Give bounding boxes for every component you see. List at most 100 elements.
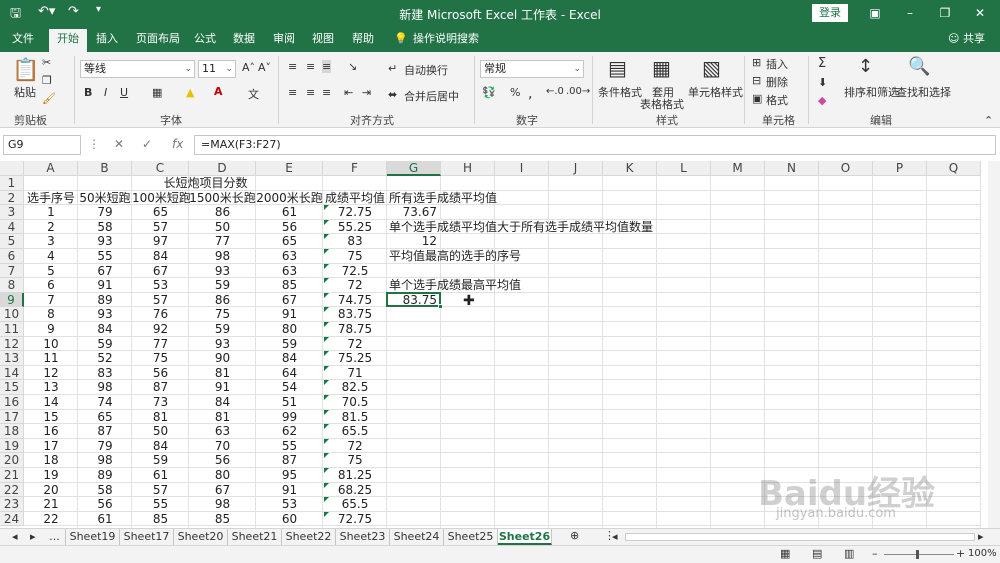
cell-styles-icon[interactable]: ▧ [702, 56, 721, 80]
table-cell[interactable]: 75.25 [323, 351, 387, 365]
row-header-5[interactable]: 5 [0, 234, 24, 249]
table-cell[interactable]: 58 [78, 220, 132, 234]
ribbon-display-icon[interactable]: ▣ [865, 3, 885, 23]
table-cell[interactable]: 51 [256, 395, 323, 409]
collapse-ribbon-icon[interactable]: ⌃ [984, 114, 993, 127]
table-cell[interactable]: 60 [256, 512, 323, 526]
column-header-g[interactable]: G [387, 161, 441, 176]
table-cell[interactable]: 11 [24, 351, 78, 365]
tab-home[interactable]: 开始 [49, 29, 87, 52]
table-cell[interactable]: 77 [132, 337, 189, 351]
table-cell[interactable]: 70.5 [323, 395, 387, 409]
format-table-label-2[interactable]: 表格格式 [640, 96, 684, 112]
row-header-15[interactable]: 15 [0, 380, 24, 395]
comma-icon[interactable]: , [528, 86, 532, 102]
italic-button[interactable]: I [104, 86, 107, 99]
active-cell-selection[interactable] [386, 291, 441, 308]
hscroll-left-icon[interactable]: ◂ [612, 530, 618, 543]
table-cell[interactable]: 61 [256, 205, 323, 219]
table-cell[interactable]: 17 [24, 439, 78, 453]
row-header-20[interactable]: 20 [0, 453, 24, 468]
paste-icon[interactable]: 📋 [12, 58, 39, 83]
table-cell[interactable]: 76 [132, 307, 189, 321]
table-cell[interactable]: 84 [132, 439, 189, 453]
table-cell[interactable]: 77 [189, 234, 256, 248]
sheet-tab-sheet24[interactable]: Sheet24 [390, 529, 444, 545]
table-cell[interactable]: 75 [189, 307, 256, 321]
zoom-in-icon[interactable]: + [956, 547, 965, 560]
table-cell[interactable]: 53 [256, 497, 323, 511]
format-painter-icon[interactable]: 🖌 [42, 92, 56, 105]
table-cell[interactable]: 56 [189, 453, 256, 467]
phonetic-icon[interactable]: 文 [248, 86, 259, 102]
increase-indent-icon[interactable]: ⇥ [362, 86, 371, 99]
sort-filter-button[interactable]: 排序和筛选 [844, 84, 899, 100]
normal-view-icon[interactable]: ▦ [780, 547, 790, 560]
table-cell[interactable]: 16 [24, 424, 78, 438]
page-break-view-icon[interactable]: ▥ [844, 547, 854, 560]
minimize-icon[interactable]: – [900, 3, 920, 23]
tell-me-search[interactable]: 操作说明搜索 [413, 31, 479, 52]
table-cell[interactable]: 61 [132, 468, 189, 482]
row-header-17[interactable]: 17 [0, 409, 24, 425]
sheet-tab-sheet26[interactable]: Sheet26 [498, 529, 552, 545]
table-cell[interactable]: 52 [78, 351, 132, 365]
table-cell[interactable]: 79 [78, 205, 132, 219]
table-cell[interactable]: 84 [189, 395, 256, 409]
table-cell[interactable]: 61 [78, 512, 132, 526]
column-header-e[interactable]: E [256, 161, 323, 176]
table-cell[interactable]: 81 [189, 410, 256, 424]
table-cell[interactable]: 1 [24, 205, 78, 219]
login-button[interactable]: 登录 [812, 4, 848, 22]
summary-cell-g4[interactable]: 单个选手成绩平均值大于所有选手成绩平均值数量 [389, 220, 653, 234]
table-cell[interactable]: 55 [256, 439, 323, 453]
row-header-11[interactable]: 11 [0, 322, 24, 337]
tab-help[interactable]: 帮助 [352, 31, 374, 52]
table-cell[interactable]: 21 [24, 497, 78, 511]
table-cell[interactable]: 71 [323, 366, 387, 380]
table-cell[interactable]: 55 [78, 249, 132, 263]
row-header-18[interactable]: 18 [0, 424, 24, 439]
table-cell[interactable]: 18 [24, 453, 78, 467]
sheet-tab-sheet17[interactable]: Sheet17 [120, 529, 174, 545]
table-cell[interactable]: 81.25 [323, 468, 387, 482]
zoom-out-icon[interactable]: – [872, 547, 878, 560]
table-cell[interactable]: 74 [78, 395, 132, 409]
insert-function-icon[interactable]: fx [172, 137, 183, 151]
table-cell[interactable]: 89 [78, 468, 132, 482]
vertical-scrollbar[interactable] [988, 161, 1000, 528]
table-cell[interactable]: 67 [78, 264, 132, 278]
table-cell[interactable]: 75 [132, 351, 189, 365]
share-icon[interactable]: ☺ [948, 31, 959, 52]
table-cell[interactable]: 59 [256, 337, 323, 351]
wrap-text-button[interactable]: 自动换行 [404, 62, 448, 78]
table-cell[interactable]: 65 [256, 234, 323, 248]
row-header-7[interactable]: 7 [0, 263, 24, 279]
number-format-select[interactable]: 常规 ⌄ [480, 60, 584, 78]
summary-cell-g5[interactable]: 12 [387, 234, 437, 248]
table-cell[interactable]: 67 [256, 293, 323, 307]
row-header-10[interactable]: 10 [0, 307, 24, 322]
underline-button[interactable]: U [120, 86, 128, 99]
table-cell[interactable]: 79 [78, 439, 132, 453]
autosum-icon[interactable]: Σ [818, 56, 826, 71]
table-cell[interactable]: 68.25 [323, 483, 387, 497]
table-cell[interactable]: 85 [132, 512, 189, 526]
table-cell[interactable]: 63 [189, 424, 256, 438]
table-cell[interactable]: 98 [78, 453, 132, 467]
table-cell[interactable]: 53 [132, 278, 189, 292]
table-cell[interactable]: 59 [132, 453, 189, 467]
table-cell[interactable]: 93 [78, 307, 132, 321]
restore-icon[interactable]: ❐ [935, 3, 955, 23]
table-cell[interactable]: 70 [189, 439, 256, 453]
row-header-9[interactable]: 9 [0, 292, 24, 308]
share-button[interactable]: 共享 [963, 31, 985, 52]
table-cell[interactable]: 91 [189, 380, 256, 394]
table-cell[interactable]: 67 [132, 264, 189, 278]
table-cell[interactable]: 72.75 [323, 205, 387, 219]
table-cell[interactable]: 72.75 [323, 512, 387, 526]
format-cells-button[interactable]: 格式 [766, 92, 788, 108]
percent-icon[interactable]: % [510, 86, 520, 99]
table-cell[interactable]: 91 [256, 483, 323, 497]
column-header-n[interactable]: N [765, 161, 819, 176]
